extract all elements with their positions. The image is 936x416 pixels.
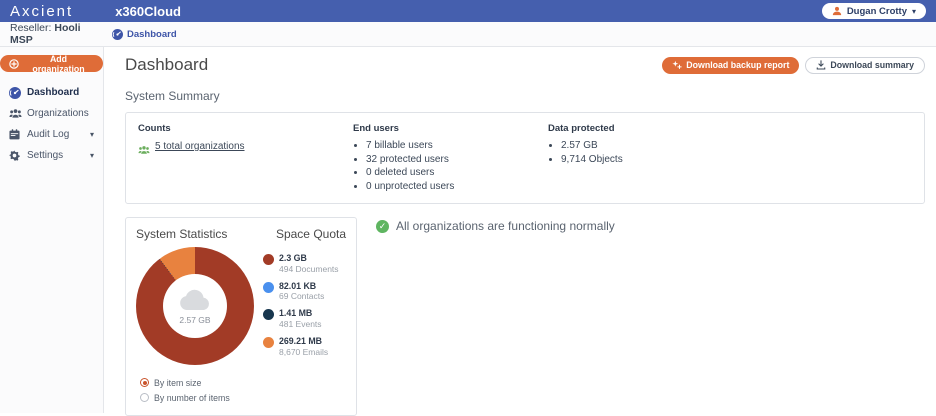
page-title: Dashboard <box>125 55 208 75</box>
status-message: All organizations are functioning normal… <box>396 219 615 233</box>
sidebar-item-dashboard[interactable]: Dashboard <box>0 82 103 103</box>
radio-by-number-of-items[interactable]: By number of items <box>140 390 346 405</box>
legend-item-events[interactable]: 1.41 MB 481 Events <box>263 308 339 329</box>
app-window: Axcient x360Cloud Dugan Crotty ▾ Reselle… <box>0 0 936 413</box>
user-name: Dugan Crotty <box>847 6 907 17</box>
list-item: 9,714 Objects <box>561 153 912 167</box>
emails-swatch <box>263 337 274 348</box>
list-item: 2.57 GB <box>561 139 912 153</box>
legend-size: 82.01 KB <box>279 281 324 292</box>
download-summary-label: Download summary <box>830 60 914 70</box>
main-content: Dashboard Download backup report Downloa… <box>104 47 936 413</box>
counts-column: Counts 5 total organizations <box>138 123 353 193</box>
add-organization-label: Add organization <box>23 54 94 74</box>
data-protected-list: 2.57 GB 9,714 Objects <box>561 139 912 166</box>
chart-mode-radio-group: By item size By number of items <box>136 375 346 405</box>
documents-swatch <box>263 254 274 265</box>
system-summary-heading: System Summary <box>125 89 925 103</box>
total-organizations-link[interactable]: 5 total organizations <box>155 141 245 152</box>
legend-size: 2.3 GB <box>279 253 339 264</box>
download-backup-report-button[interactable]: Download backup report <box>662 57 799 74</box>
sidebar-item-label: Organizations <box>27 108 89 119</box>
sidebar-item-audit-log[interactable]: Audit Log ▾ <box>0 124 103 145</box>
chevron-down-icon: ▾ <box>90 151 94 160</box>
legend-detail: 69 Contacts <box>279 291 324 301</box>
donut-center: 2.57 GB <box>163 274 227 338</box>
topbar: Axcient x360Cloud Dugan Crotty ▾ <box>0 0 936 22</box>
check-circle-icon: ✓ <box>376 220 389 233</box>
list-item: 32 protected users <box>366 153 548 167</box>
plus-circle-icon <box>9 59 19 69</box>
calendar-icon <box>9 129 21 141</box>
cloud-icon <box>178 288 212 312</box>
donut-total-label: 2.57 GB <box>179 315 210 325</box>
legend-item-documents[interactable]: 2.3 GB 494 Documents <box>263 253 339 274</box>
legend-detail: 481 Events <box>279 319 322 329</box>
sidebar-item-label: Dashboard <box>27 87 79 98</box>
legend-item-emails[interactable]: 269.21 MB 8,670 Emails <box>263 336 339 357</box>
sidebar-item-organizations[interactable]: Organizations <box>0 103 103 124</box>
breadcrumb-label: Dashboard <box>127 29 177 40</box>
radio-icon <box>140 393 149 402</box>
end-users-label: End users <box>353 123 548 134</box>
download-summary-button[interactable]: Download summary <box>805 57 925 74</box>
end-users-list: 7 billable users 32 protected users 0 de… <box>366 139 548 193</box>
system-summary-card: Counts 5 total organizations End users 7… <box>125 112 925 204</box>
gear-icon <box>9 150 21 162</box>
contacts-swatch <box>263 282 274 293</box>
radio-icon <box>140 378 149 387</box>
space-quota-heading: Space Quota <box>276 227 346 241</box>
brand-logo: Axcient <box>10 3 73 20</box>
product-name: x360Cloud <box>115 4 181 19</box>
radio-by-item-size[interactable]: By item size <box>140 375 346 390</box>
legend-detail: 494 Documents <box>279 264 339 274</box>
legend-size: 269.21 MB <box>279 336 328 347</box>
list-item: 0 unprotected users <box>366 180 548 194</box>
space-quota-legend: 2.3 GB 494 Documents 82.01 KB 69 Contact… <box>263 247 339 365</box>
legend-size: 1.41 MB <box>279 308 322 319</box>
dashboard-gauge-icon <box>9 87 21 99</box>
dashboard-gauge-icon <box>112 29 123 40</box>
legend-item-contacts[interactable]: 82.01 KB 69 Contacts <box>263 281 339 302</box>
space-quota-donut-chart[interactable]: 2.57 GB <box>136 247 254 365</box>
system-statistics-heading: System Statistics <box>136 227 276 241</box>
counts-label: Counts <box>138 123 353 134</box>
download-icon <box>816 60 826 70</box>
reseller-prefix: Reseller: <box>10 22 51 34</box>
radio-label: By number of items <box>154 393 230 403</box>
organizations-green-icon <box>138 142 150 152</box>
sparkle-plus-icon <box>672 60 682 70</box>
add-organization-button[interactable]: Add organization <box>0 55 103 72</box>
data-protected-column: Data protected 2.57 GB 9,714 Objects <box>548 123 912 193</box>
system-statistics-card: System Statistics Space Quota 2.57 GB <box>125 217 357 416</box>
user-menu-button[interactable]: Dugan Crotty ▾ <box>822 3 926 19</box>
data-protected-label: Data protected <box>548 123 912 134</box>
download-backup-report-label: Download backup report <box>686 60 789 70</box>
subheader: Reseller: Hooli MSP Dashboard <box>0 22 936 47</box>
sidebar-nav: Dashboard Organizations Audit Log ▾ <box>0 82 103 166</box>
chevron-down-icon: ▾ <box>912 7 916 16</box>
breadcrumb[interactable]: Dashboard <box>112 29 177 40</box>
chevron-down-icon: ▾ <box>90 130 94 139</box>
sidebar-item-settings[interactable]: Settings ▾ <box>0 145 103 166</box>
legend-detail: 8,670 Emails <box>279 347 328 357</box>
events-swatch <box>263 309 274 320</box>
sidebar-item-label: Settings <box>27 150 63 161</box>
sidebar: Add organization Dashboard Organizations <box>0 47 104 413</box>
status-row: ✓ All organizations are functioning norm… <box>376 219 615 233</box>
user-icon <box>832 6 842 16</box>
list-item: 7 billable users <box>366 139 548 153</box>
end-users-column: End users 7 billable users 32 protected … <box>353 123 548 193</box>
radio-label: By item size <box>154 378 201 388</box>
sidebar-item-label: Audit Log <box>27 129 69 140</box>
people-icon <box>9 108 21 120</box>
list-item: 0 deleted users <box>366 166 548 180</box>
reseller-label: Reseller: Hooli MSP <box>10 22 104 46</box>
